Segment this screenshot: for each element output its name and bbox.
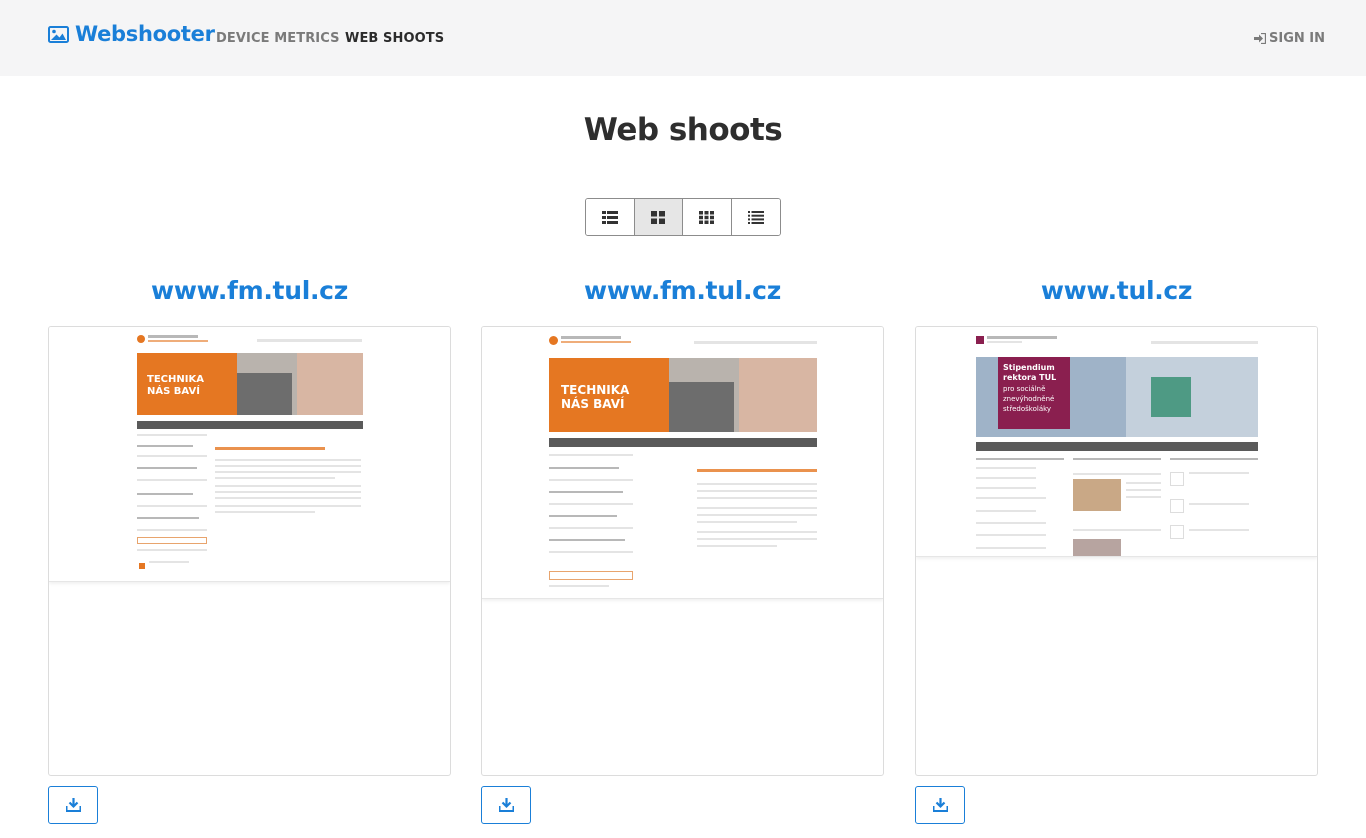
hero-line-2: NÁS BAVÍ (561, 397, 625, 411)
sign-in-link[interactable]: SIGN IN (1254, 31, 1325, 46)
brand-name: Webshooter (75, 22, 215, 46)
hero-line-1: Stipendium (1003, 363, 1055, 372)
navbar: Webshooter DEVICE METRICS WEB SHOOTS SIG… (0, 0, 1366, 76)
screenshot-preview: TECHNIKA NÁS BAVÍ (482, 327, 883, 599)
nav-web-shoots[interactable]: WEB SHOOTS (345, 31, 444, 46)
hero-line-5: středoškoláky (1003, 405, 1052, 413)
grid-3-icon (699, 210, 715, 224)
view-list-compact-button[interactable] (731, 199, 780, 235)
sign-in-label: SIGN IN (1269, 31, 1325, 46)
shoot-card[interactable]: Stipendium rektora TUL pro sociálně znev… (915, 326, 1318, 776)
screenshot-preview: Stipendium rektora TUL pro sociálně znev… (916, 327, 1317, 557)
hero-line-1: TECHNIKA (561, 383, 630, 397)
list-icon (601, 210, 618, 224)
list-compact-icon (747, 210, 764, 224)
grid-2-icon (651, 210, 666, 224)
shoot-title-link[interactable]: www.fm.tul.cz (481, 276, 884, 305)
mini-page: TECHNIKA NÁS BAVÍ (549, 327, 817, 598)
screenshot-preview: TECHNIKA NÁS BAVÍ (49, 327, 450, 582)
page-title: Web shoots (583, 112, 783, 148)
mini-page: TECHNIKA NÁS BAVÍ (137, 327, 363, 581)
download-icon (65, 798, 81, 812)
view-list-button[interactable] (586, 199, 635, 235)
hero-line-2: NÁS BAVÍ (147, 386, 200, 397)
download-icon (498, 798, 514, 812)
view-grid-small-button[interactable] (683, 199, 732, 235)
download-icon (932, 798, 948, 812)
image-icon (48, 25, 69, 43)
hero-banner: Stipendium rektora TUL pro sociálně znev… (976, 357, 1258, 437)
hero-banner: TECHNIKA NÁS BAVÍ (137, 353, 363, 415)
mini-page: Stipendium rektora TUL pro sociálně znev… (976, 327, 1258, 556)
shoot-card[interactable]: TECHNIKA NÁS BAVÍ (48, 326, 451, 776)
shoot-title-link[interactable]: www.tul.cz (915, 276, 1318, 305)
download-button[interactable] (48, 786, 98, 824)
hero-line-1: TECHNIKA (147, 374, 204, 385)
download-button[interactable] (915, 786, 965, 824)
hero-line-3: pro sociálně (1003, 385, 1046, 393)
download-button[interactable] (481, 786, 531, 824)
shoot-card[interactable]: TECHNIKA NÁS BAVÍ (481, 326, 884, 776)
hero-line-2: rektora TUL (1003, 373, 1057, 382)
nav-device-metrics[interactable]: DEVICE METRICS (216, 31, 340, 46)
shoot-title-link[interactable]: www.fm.tul.cz (48, 276, 451, 305)
hero-line-4: znevýhodněné (1003, 395, 1055, 403)
brand-link[interactable]: Webshooter (48, 22, 215, 46)
view-toggle-group (585, 198, 781, 236)
sign-in-icon (1254, 33, 1266, 44)
view-grid-large-button[interactable] (634, 199, 683, 235)
hero-banner: TECHNIKA NÁS BAVÍ (549, 358, 817, 432)
